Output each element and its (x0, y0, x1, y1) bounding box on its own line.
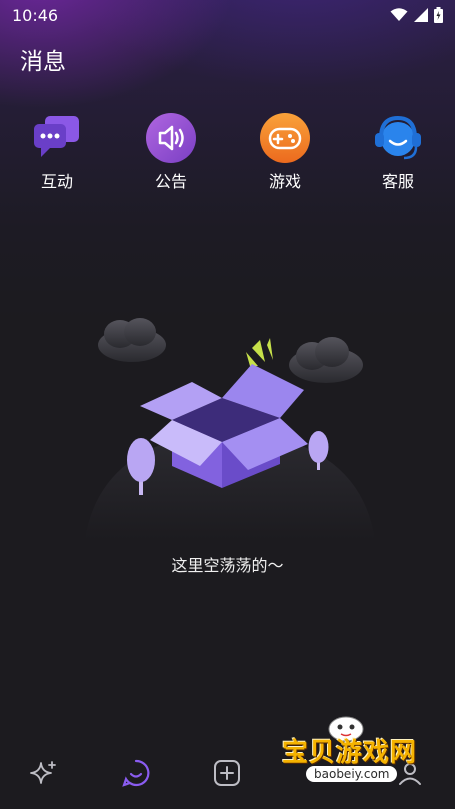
status-time: 10:46 (12, 6, 59, 25)
nav-discover[interactable] (24, 753, 64, 793)
open-box-icon (85, 318, 375, 540)
signal-icon (414, 8, 428, 22)
headset-icon (375, 115, 421, 160)
wifi-icon (390, 8, 408, 21)
nav-messages[interactable] (116, 753, 156, 793)
speaker-icon (146, 113, 196, 163)
watermark: 宝贝游戏网 baobeiy.com (280, 712, 430, 804)
quick-item-announcement[interactable]: 公告 (131, 112, 211, 192)
sparkle-icon (30, 761, 56, 784)
status-icons (390, 7, 443, 23)
status-bar: 10:46 (0, 0, 455, 32)
chat-bubble-icon (34, 116, 79, 157)
cloud-right (289, 337, 363, 383)
quick-item-label: 客服 (381, 172, 414, 191)
quick-item-games[interactable]: 游戏 (245, 112, 325, 192)
quick-item-label: 互动 (40, 172, 73, 191)
quick-item-label: 公告 (154, 172, 187, 191)
gamepad-icon (260, 113, 310, 163)
nav-publish[interactable] (207, 753, 247, 793)
empty-state-text: 这里空荡荡的～ (171, 556, 284, 575)
quick-actions: 互动 公告 游戏 客服 (0, 112, 455, 192)
quick-item-support[interactable]: 客服 (358, 112, 438, 192)
battery-icon (434, 7, 443, 23)
page-title: 消息 (20, 49, 66, 75)
watermark-url: baobeiy.com (306, 766, 398, 782)
quick-item-label: 游戏 (268, 172, 301, 191)
message-smile-icon (122, 759, 150, 787)
messages-screen: 10:46 消息 互动 公告 游戏 客服 这里空荡荡的～ 宝贝游戏网 baobe… (0, 0, 455, 809)
quick-item-interaction[interactable]: 互动 (17, 112, 97, 192)
watermark-text: 宝贝游戏网 (282, 738, 418, 768)
sparkle-lines (246, 338, 273, 366)
cloud-left (98, 318, 166, 362)
plus-square-icon (214, 760, 240, 786)
